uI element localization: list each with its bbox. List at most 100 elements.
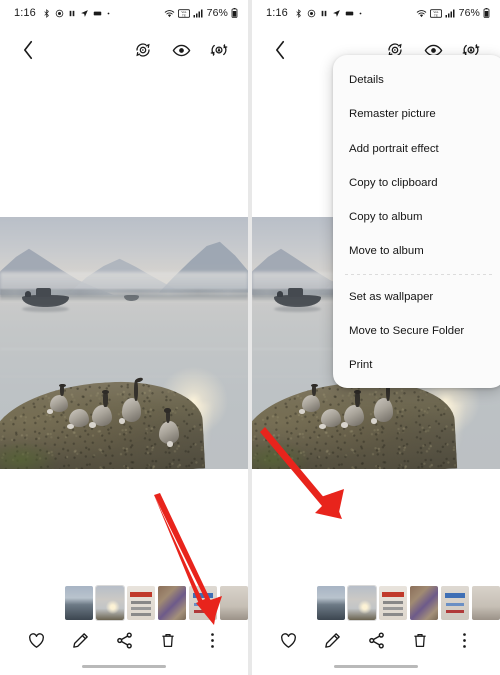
share-button[interactable] <box>109 625 139 655</box>
motion-photo-icon <box>136 43 150 57</box>
navigation-icon <box>80 9 88 17</box>
share-button[interactable] <box>361 625 391 655</box>
battery-icon <box>231 8 238 18</box>
heart-icon <box>280 632 296 648</box>
more-vertical-icon <box>210 632 214 648</box>
menu-item-move-to-secure-folder[interactable]: Move to Secure Folder <box>333 314 500 348</box>
status-bar-right-icons: VoL TE 76% <box>164 7 238 19</box>
signal-icon <box>445 9 455 17</box>
navigation-pill <box>334 664 418 668</box>
viewer-bottom-toolbar <box>252 621 500 659</box>
favorite-button[interactable] <box>273 625 303 655</box>
goose-neck <box>133 380 139 402</box>
more-vertical-icon <box>462 632 466 648</box>
menu-item-move-to-album[interactable]: Move to album <box>333 234 500 268</box>
delete-button[interactable] <box>153 625 183 655</box>
thumb-document-blue[interactable] <box>441 586 469 620</box>
thumbnail-filmstrip[interactable] <box>252 585 500 621</box>
ai-edit-button[interactable] <box>204 35 234 65</box>
thumb-document-red[interactable] <box>379 586 407 620</box>
status-bar-left-icons <box>294 8 363 18</box>
water-band-2 <box>0 375 248 378</box>
thumb-collage[interactable] <box>158 586 186 620</box>
screenshot-icon <box>345 11 354 15</box>
photo-viewer[interactable] <box>0 217 248 469</box>
more-options-menu: Details Remaster picture Add portrait ef… <box>333 55 500 389</box>
pause-icon <box>69 10 75 16</box>
dot-icon <box>359 12 362 14</box>
edit-button[interactable] <box>317 625 347 655</box>
navigation-pill <box>82 664 166 668</box>
goose <box>319 408 342 429</box>
more-options-button[interactable] <box>449 625 479 655</box>
thumb-document-gray[interactable] <box>220 586 248 620</box>
battery-percent-label: 76% <box>206 7 228 19</box>
back-icon <box>275 40 284 60</box>
favorite-button[interactable] <box>21 625 51 655</box>
battery-percent-label: 76% <box>458 7 480 19</box>
signal-icon <box>193 9 203 17</box>
dot-icon <box>107 12 110 14</box>
visual-search-icon <box>172 44 190 56</box>
ai-edit-icon <box>210 44 228 56</box>
volte-icon: VoLTE <box>177 8 190 18</box>
grass-patch <box>252 441 312 469</box>
heart-icon <box>28 632 44 648</box>
boat-reflection <box>274 305 322 313</box>
menu-item-copy-to-clipboard[interactable]: Copy to clipboard <box>333 166 500 200</box>
thumb-collage[interactable] <box>410 586 438 620</box>
thumbnail-filmstrip[interactable] <box>0 585 248 621</box>
goose-head <box>164 407 171 413</box>
viewer-top-toolbar <box>0 26 248 74</box>
screen-gallery-more-menu: 1:16 VoL TE 76% Details Remaster picture… <box>252 0 500 675</box>
goose <box>158 407 179 447</box>
visual-search-button[interactable] <box>166 35 196 65</box>
thumb-lake-sunset[interactable] <box>347 585 377 621</box>
motion-photo-button[interactable] <box>128 35 158 65</box>
viewer-bottom-toolbar <box>0 621 248 659</box>
boat <box>22 288 70 307</box>
thumb-lake-boats[interactable] <box>317 586 345 620</box>
pause-icon <box>321 10 327 16</box>
thumb-lake-sunset[interactable] <box>95 585 125 621</box>
goose <box>67 408 90 429</box>
more-options-button[interactable] <box>197 625 227 655</box>
bluetooth-icon <box>296 8 301 18</box>
pencil-icon <box>72 632 88 648</box>
menu-item-details[interactable]: Details <box>333 63 500 97</box>
menu-item-set-as-wallpaper[interactable]: Set as wallpaper <box>333 280 500 314</box>
water-band-1 <box>0 348 248 350</box>
delete-button[interactable] <box>405 625 435 655</box>
boat <box>274 288 322 307</box>
menu-item-add-portrait-effect[interactable]: Add portrait effect <box>333 132 500 166</box>
boat-reflection <box>22 305 70 313</box>
thumb-lake-boats[interactable] <box>65 586 93 620</box>
goose <box>46 383 69 414</box>
screenshot-pair: 1:16 VoL TE 76% 1:16 VoL TE 76% Details … <box>0 0 500 675</box>
menu-item-print[interactable]: Print <box>333 348 500 382</box>
back-button[interactable] <box>14 36 42 64</box>
status-bar-right-icons: VoL TE 76% <box>416 7 490 19</box>
menu-item-copy-to-album[interactable]: Copy to album <box>333 200 500 234</box>
back-button[interactable] <box>266 36 294 64</box>
goose-tail <box>67 424 74 429</box>
edit-button[interactable] <box>65 625 95 655</box>
thumb-document-gray[interactable] <box>472 586 500 620</box>
screen-gallery-viewer: 1:16 VoL TE 76% <box>0 0 248 675</box>
screenshot-icon <box>93 11 102 15</box>
battery-icon <box>483 8 490 18</box>
goose-head <box>59 383 66 388</box>
goose-tail <box>88 422 96 428</box>
thumb-document-red[interactable] <box>127 586 155 620</box>
goose <box>370 376 395 425</box>
grass-patch <box>0 441 60 469</box>
goose-tail <box>298 409 305 414</box>
thumb-document-blue[interactable] <box>189 586 217 620</box>
back-icon <box>23 40 32 60</box>
goose-head <box>311 383 318 388</box>
menu-item-remaster-picture[interactable]: Remaster picture <box>333 97 500 131</box>
trash-icon <box>414 633 426 647</box>
share-icon <box>116 632 132 648</box>
goose <box>298 383 321 414</box>
navigation-icon <box>332 9 340 17</box>
